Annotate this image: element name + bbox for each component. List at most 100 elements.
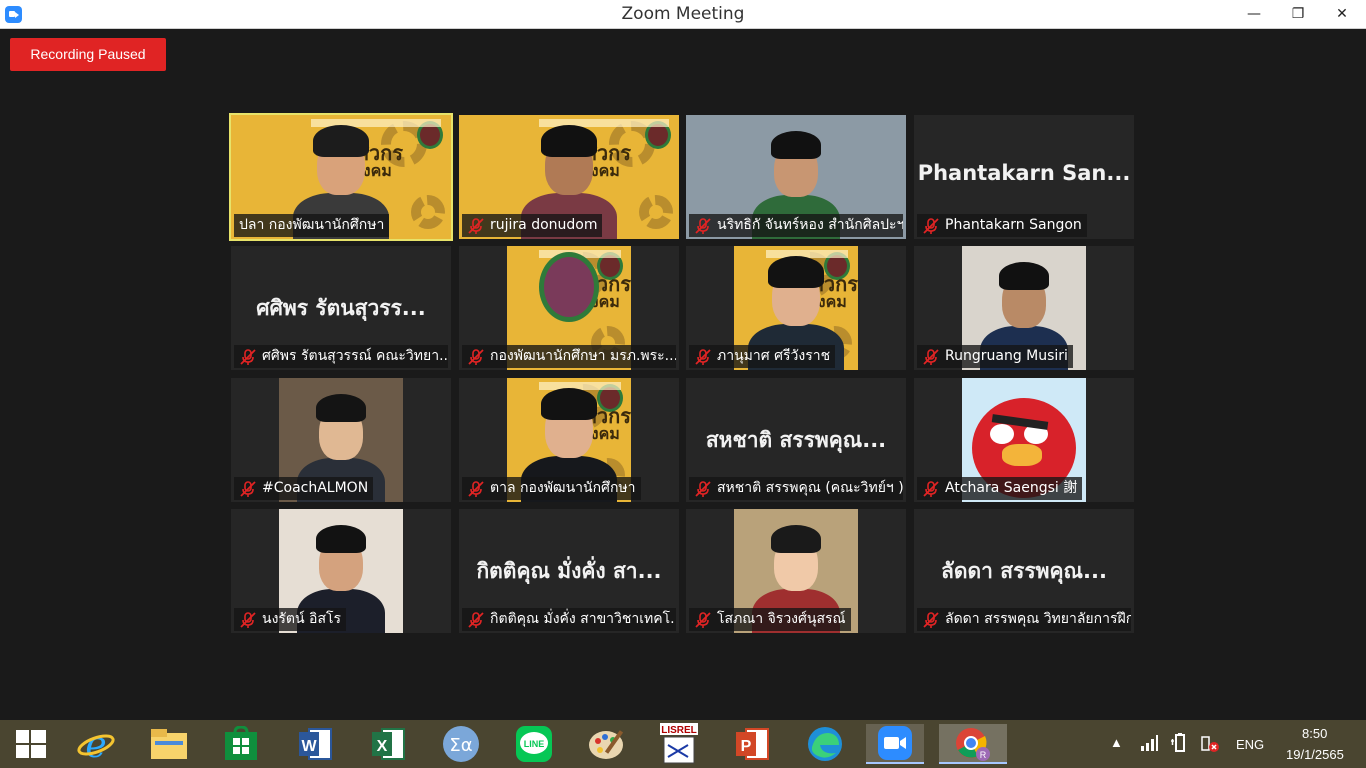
muted-mic-icon <box>468 480 484 497</box>
muted-mic-icon <box>240 480 256 497</box>
svg-text:R: R <box>980 750 987 760</box>
network-icon[interactable] <box>1140 734 1158 756</box>
show-hidden-icons-icon[interactable]: ▲ <box>1110 735 1123 750</box>
participant-name-label: Atchara Saengsi 謝 <box>917 477 1083 500</box>
participant-name-label: นงรัตน์ อิสโร <box>234 608 347 631</box>
internet-explorer-icon[interactable]: e <box>67 724 125 764</box>
svg-text:e: e <box>85 725 106 763</box>
excel-icon[interactable]: X <box>359 724 417 764</box>
svg-text:W: W <box>301 738 317 755</box>
participant-tile[interactable]: Atchara Saengsi 謝 <box>914 378 1134 502</box>
muted-mic-icon <box>695 217 711 234</box>
muted-mic-icon <box>923 348 939 365</box>
muted-mic-icon <box>468 611 484 628</box>
muted-mic-icon <box>923 611 939 628</box>
participant-name: ภานุมาศ ศรีวังราช <box>717 348 831 364</box>
participant-tile[interactable]: วิศวกร สังคม ตาล กองพัฒนานักศึกษา <box>459 378 679 502</box>
participant-tile[interactable]: #CoachALMON <box>231 378 451 502</box>
minimize-button[interactable]: — <box>1232 0 1276 29</box>
muted-mic-icon <box>923 480 939 497</box>
participant-name: สหชาติ สรรพคุณ (คณะวิทย์ฯ ) <box>717 480 903 496</box>
svg-text:LINE: LINE <box>524 739 545 749</box>
muted-mic-icon <box>695 348 711 365</box>
muted-mic-icon <box>240 348 256 365</box>
muted-mic-icon <box>923 217 939 234</box>
participant-name-label: กิตติคุณ มั่งคั่ง สาขาวิชาเทคโ... <box>462 608 676 631</box>
participant-tile[interactable]: นริทธิกั จันทร์หอง สำนักศิลปะฯ <box>686 115 906 239</box>
participant-name-label: ลัดดา สรรพคุณ วิทยาลัยการฝึกหั... <box>917 608 1131 631</box>
muted-mic-icon <box>468 348 484 365</box>
participant-name: โสภณา จิรวงศ์นุสรณ์ <box>717 611 846 627</box>
participant-name: Atchara Saengsi 謝 <box>945 480 1078 496</box>
participant-name-label: โสภณา จิรวงศ์นุสรณ์ <box>689 608 851 631</box>
participant-name: นงรัตน์ อิสโร <box>262 611 342 627</box>
zoom-icon[interactable] <box>866 724 924 764</box>
participant-tile[interactable]: ลัดดา สรรพคุณ... ลัดดา สรรพคุณ วิทยาลัยกา… <box>914 509 1134 633</box>
participant-tile[interactable]: โสภณา จิรวงศ์นุสรณ์ <box>686 509 906 633</box>
battery-icon[interactable] <box>1170 733 1190 757</box>
powerpoint-icon[interactable]: P <box>723 724 781 764</box>
muted-mic-icon <box>468 217 484 234</box>
participant-tile[interactable]: Rungruang Musiri <box>914 246 1134 370</box>
participant-tile[interactable]: ศศิพร รัตนสุวรร... ศศิพร รัตนสุวรรณ์ คณะว… <box>231 246 451 370</box>
file-explorer-icon[interactable] <box>140 724 198 764</box>
participant-name: นริทธิกั จันทร์หอง สำนักศิลปะฯ <box>717 217 903 233</box>
participant-name-label: ศศิพร รัตนสุวรรณ์ คณะวิทยา... <box>234 345 448 368</box>
edge-icon[interactable] <box>796 724 854 764</box>
maximize-button[interactable]: ❐ <box>1276 0 1320 29</box>
participant-tile[interactable]: Phantakarn San... Phantakarn Sangon <box>914 115 1134 239</box>
participant-name: ลัดดา สรรพคุณ วิทยาลัยการฝึกหั... <box>945 611 1131 627</box>
participant-tile[interactable]: วิศวกร สังคม ภานุมาศ ศรีวังราช <box>686 246 906 370</box>
participant-name-label: ตาล กองพัฒนานักศึกษา <box>462 477 641 500</box>
participant-tile[interactable]: นงรัตน์ อิสโร <box>231 509 451 633</box>
participant-tile[interactable]: วิศวกร สังคม กองพัฒนานักศึกษา มรภ.พระ... <box>459 246 679 370</box>
word-icon[interactable]: W <box>286 724 344 764</box>
participant-name-label: สหชาติ สรรพคุณ (คณะวิทย์ฯ ) <box>689 477 903 500</box>
participant-name-label: #CoachALMON <box>234 477 374 500</box>
participant-name: Phantakarn Sangon <box>945 217 1082 233</box>
participant-name: #CoachALMON <box>262 480 369 496</box>
recording-paused-badge[interactable]: Recording Paused <box>10 38 166 71</box>
svg-text:X: X <box>377 738 388 755</box>
participant-display-name: สหชาติ สรรพคุณ... <box>705 428 887 452</box>
close-button[interactable]: ✕ <box>1320 0 1364 29</box>
volume-muted-icon[interactable] <box>1200 733 1220 757</box>
taskbar: e W X Σα LINE LISREL P R ▲ ENG 8:50 19/1… <box>0 720 1366 768</box>
muted-mic-icon <box>695 611 711 628</box>
participant-display-name: ลัดดา สรรพคุณ... <box>941 559 1107 583</box>
muted-mic-icon <box>695 480 711 497</box>
start-icon[interactable] <box>2 724 60 764</box>
line-icon[interactable]: LINE <box>505 724 563 764</box>
paint-icon[interactable] <box>577 724 635 764</box>
participant-name: ตาล กองพัฒนานักศึกษา <box>490 480 636 496</box>
participant-name: rujira donudom <box>490 217 598 233</box>
title-bar: Zoom Meeting — ❐ ✕ <box>0 0 1366 29</box>
participant-display-name: ศศิพร รัตนสุวรร... <box>256 296 426 320</box>
participant-name: กิตติคุณ มั่งคั่ง สาขาวิชาเทคโ... <box>490 611 676 627</box>
participant-name: Rungruang Musiri <box>945 348 1068 364</box>
participant-name-label: ปลา กองพัฒนานักศึกษา <box>234 214 390 237</box>
participant-display-name: Phantakarn San... <box>917 161 1131 185</box>
participant-name-label: rujira donudom <box>462 214 603 237</box>
participant-tile[interactable]: สหชาติ สรรพคุณ... สหชาติ สรรพคุณ (คณะวิทย… <box>686 378 906 502</box>
participant-name-label: ภานุมาศ ศรีวังราช <box>689 345 836 368</box>
window-title: Zoom Meeting <box>621 4 745 24</box>
participant-tile[interactable]: กิตติคุณ มั่งคั่ง สา... กิตติคุณ มั่งคั่ง… <box>459 509 679 633</box>
participant-name-label: Phantakarn Sangon <box>917 214 1087 237</box>
math-input-icon[interactable]: Σα <box>432 724 490 764</box>
input-language[interactable]: ENG <box>1236 737 1264 752</box>
clock-time[interactable]: 8:50 <box>1302 726 1327 741</box>
participant-name-label: นริทธิกั จันทร์หอง สำนักศิลปะฯ <box>689 214 903 237</box>
participant-name-label: กองพัฒนานักศึกษา มรภ.พระ... <box>462 345 676 368</box>
store-icon[interactable] <box>212 724 270 764</box>
participant-tile[interactable]: วิศวกร สังคม rujira donudom <box>459 115 679 239</box>
participant-tile[interactable]: วิศวกร สังคม ปลา กองพัฒนานักศึกษา <box>229 113 453 241</box>
clock-date[interactable]: 19/1/2565 <box>1286 747 1344 762</box>
participant-name-label: Rungruang Musiri <box>917 345 1073 368</box>
chrome-icon[interactable]: R <box>939 724 1007 764</box>
participant-name: กองพัฒนานักศึกษา มรภ.พระ... <box>490 348 676 364</box>
svg-text:Σα: Σα <box>449 735 472 756</box>
lisrel-icon[interactable]: LISREL <box>650 723 708 764</box>
svg-text:LISREL: LISREL <box>661 725 697 736</box>
muted-mic-icon <box>240 611 256 628</box>
